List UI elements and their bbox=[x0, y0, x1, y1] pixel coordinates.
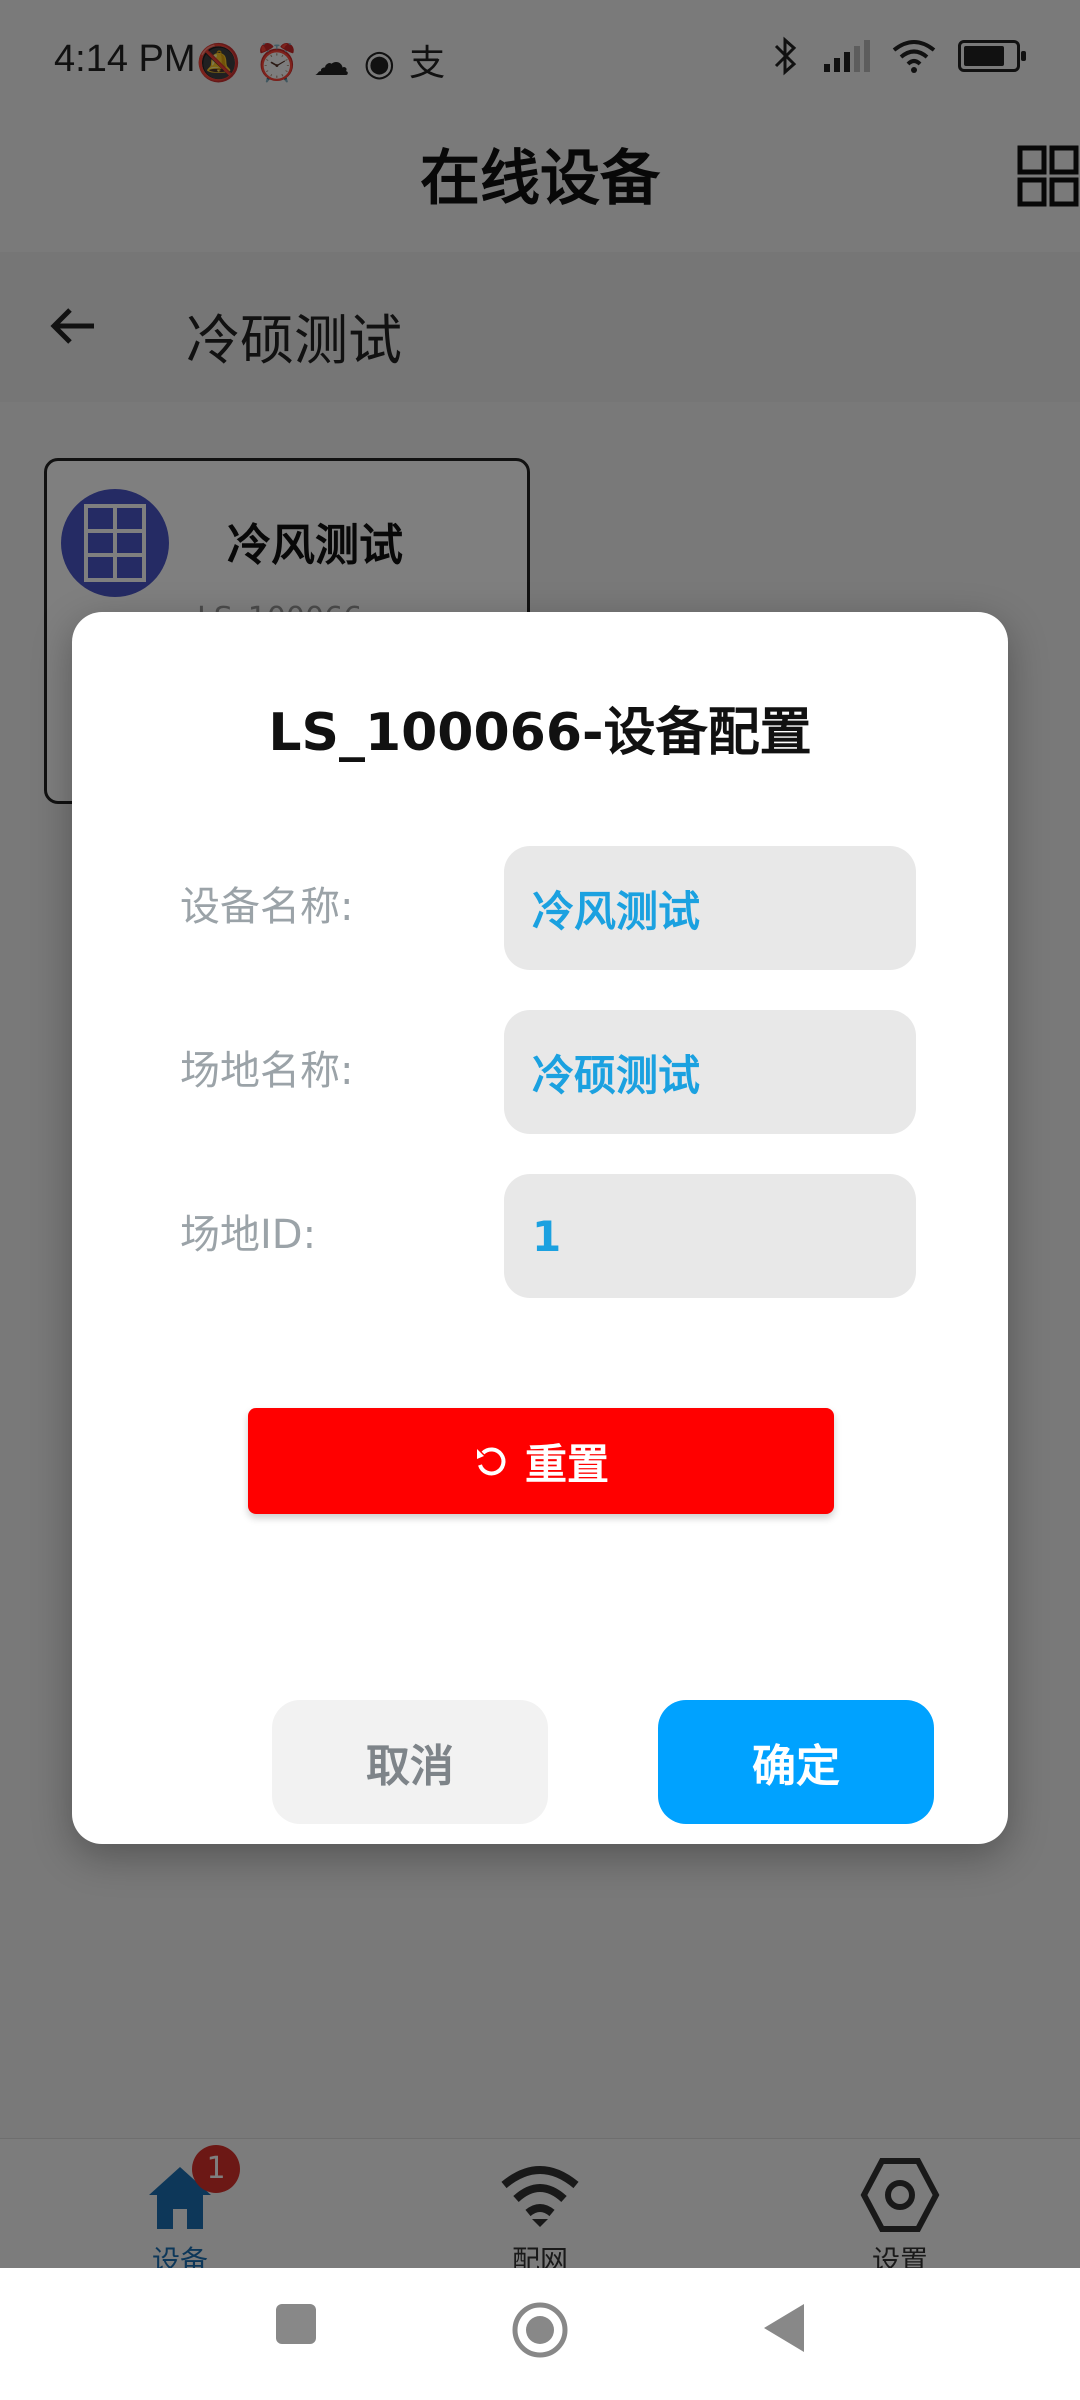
site-name-label: 场地名称: bbox=[180, 1048, 354, 1094]
site-id-label: 场地ID: bbox=[180, 1212, 317, 1258]
system-nav-bar bbox=[0, 2268, 1080, 2400]
site-name-field[interactable]: 冷硕测试 bbox=[504, 1010, 916, 1134]
dialog-title: LS_100066-设备配置 bbox=[268, 703, 812, 763]
home-button[interactable] bbox=[512, 2302, 568, 2358]
recents-button[interactable] bbox=[274, 2302, 318, 2346]
device-name-field[interactable]: 冷风测试 bbox=[504, 846, 916, 970]
device-name-label: 设备名称: bbox=[180, 884, 354, 930]
device-config-dialog: LS_100066-设备配置 设备名称: 冷风测试 场地名称: 冷硕测试 场地I… bbox=[72, 612, 1008, 1844]
reset-label: 重置 bbox=[524, 1439, 609, 1489]
site-id-field[interactable]: 1 bbox=[504, 1174, 916, 1298]
confirm-button[interactable]: 确定 bbox=[658, 1700, 934, 1824]
refresh-icon bbox=[476, 1447, 506, 1476]
back-button[interactable] bbox=[762, 2302, 806, 2354]
cancel-button[interactable]: 取消 bbox=[272, 1700, 548, 1824]
reset-button[interactable]: 重置 bbox=[248, 1408, 834, 1514]
